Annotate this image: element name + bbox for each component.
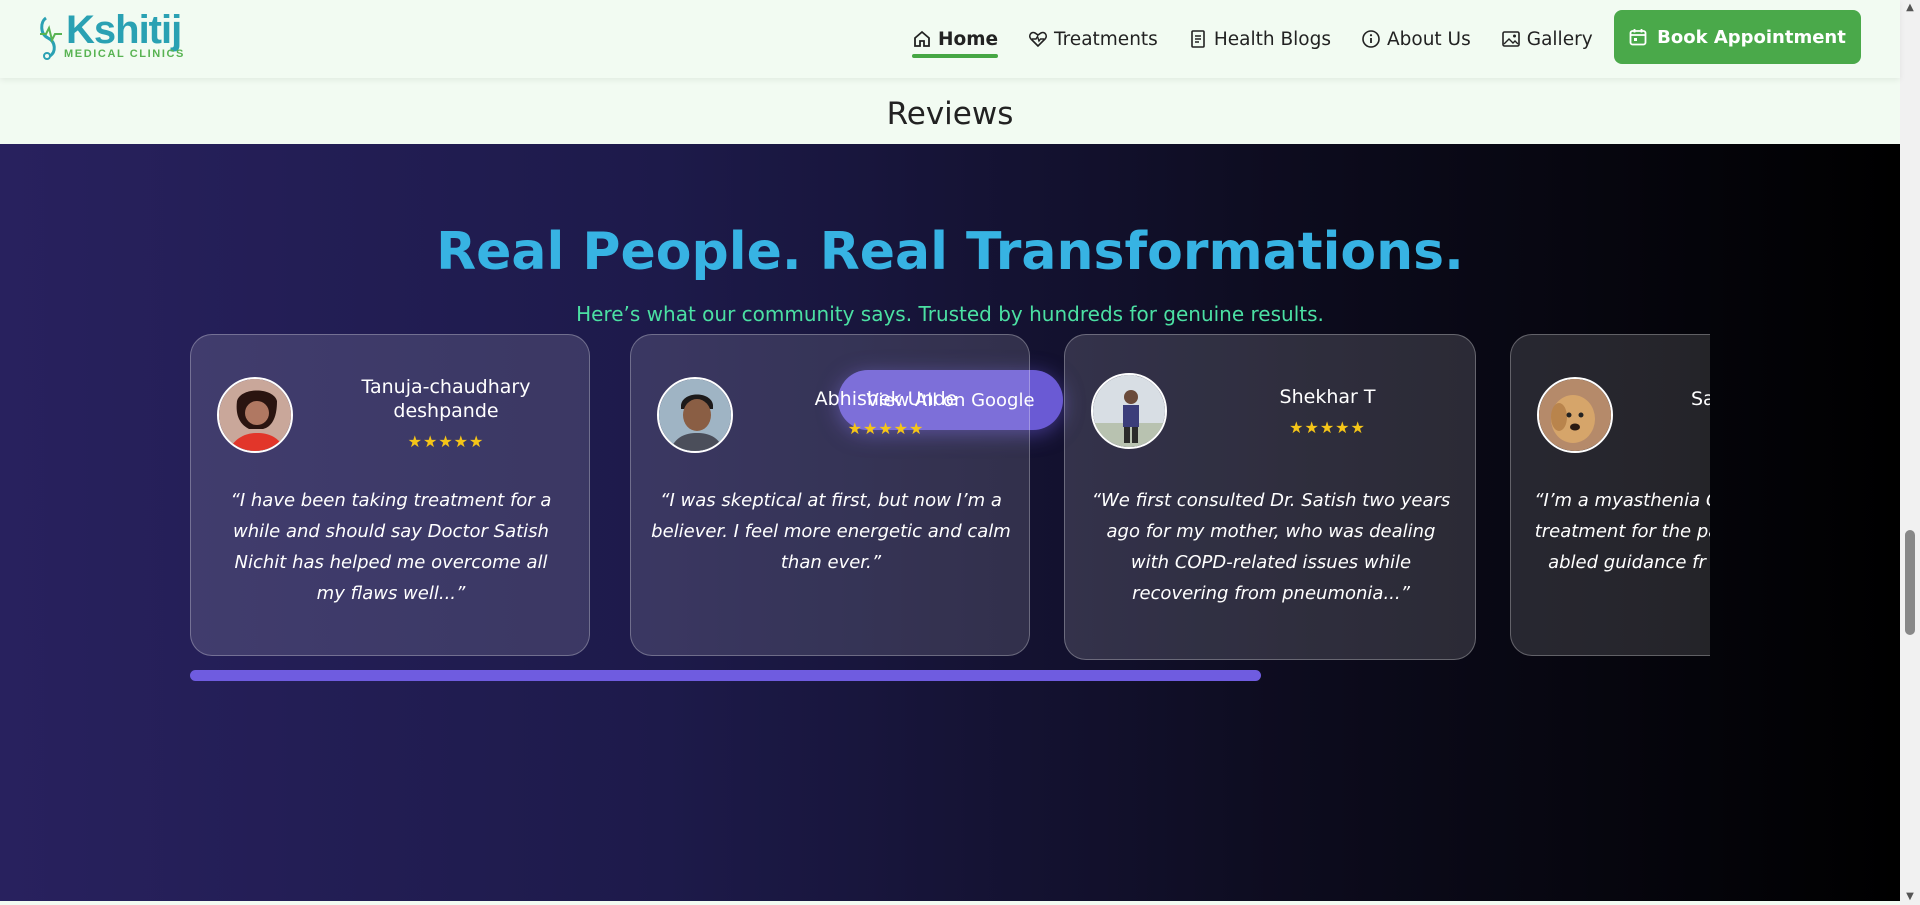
reviews-subtitle: Here’s what our community says. Trusted … [576,302,1324,326]
avatar [1537,377,1613,453]
scrollbar-thumb[interactable] [1905,530,1915,635]
info-icon [1362,30,1380,48]
review-text: “I was skeptical at first, but now I’m a… [651,490,1011,573]
calendar-icon [1629,29,1647,46]
scroll-down-arrow-icon[interactable]: ▼ [1900,889,1920,905]
book-appointment-label: Book Appointment [1657,26,1846,48]
review-card: Tanuja-chaudhary deshpande ★★★★★ “I have… [190,334,590,656]
nav-item-label: Treatments [1054,28,1158,50]
reviews-title: Real People. Real Transformations. [436,222,1464,282]
section-heading: Reviews [0,78,1900,144]
reviewer-name: Shekhar T [1279,386,1376,408]
review-text: “I have been taking treatment for a whil… [230,490,552,604]
document-icon [1191,30,1205,48]
scroll-up-arrow-icon[interactable]: ▲ [1900,0,1920,16]
review-card: Abhishek Unde ★★★★★ “I was skeptical at … [630,334,1030,656]
nav-item-gallery[interactable]: Gallery [1501,24,1593,54]
star-rating: ★★★★★ [1289,418,1366,437]
gallery-icon [1501,31,1520,47]
heart-pulse-icon [1029,31,1048,48]
reviewer-name: Tanuja-chaudhary deshpande [361,376,531,422]
star-rating: ★★★★★ [847,419,925,438]
nav-item-treatments[interactable]: Treatments [1028,24,1158,54]
site-header: Kshitij MEDICAL CLINICS Home Treatments … [0,0,1900,78]
nav-item-home[interactable]: Home [912,24,999,58]
site-logo[interactable]: Kshitij MEDICAL CLINICS [38,10,198,62]
nav-item-health-blogs[interactable]: Health Blogs [1188,24,1331,54]
reviews-carousel[interactable]: Tanuja-chaudhary deshpande ★★★★★ “I have… [190,334,1710,674]
carousel-progress-fill [190,670,1261,681]
avatar [217,377,293,453]
logo-text: Kshitij [66,8,182,52]
nav-item-label: Gallery [1526,28,1593,50]
nav-item-label: Home [938,28,999,50]
star-rating: ★★★★★ [407,432,485,451]
review-text: “We first consulted Dr. Satish two years… [1091,490,1451,604]
review-card: Shekhar T ★★★★★ “We first consulted Dr. … [1064,334,1476,660]
reviewer-name: Abhishek Unde [814,388,958,410]
book-appointment-button[interactable]: Book Appointment [1614,10,1861,64]
main-nav: Home Treatments Health Blogs About Us Ga… [912,24,1623,58]
home-icon [914,30,930,47]
nav-item-label: Health Blogs [1213,28,1331,50]
avatar [1091,373,1167,449]
page-scrollbar[interactable]: ▲ ▼ [1900,0,1920,905]
carousel-progress-bar[interactable] [190,670,1710,681]
avatar [657,377,733,453]
review-text: “I’m a myasthenia G treatment for the pa… [1534,490,1710,573]
reviewer-name: Sa [1691,388,1710,410]
nav-item-label: About Us [1386,28,1471,50]
logo-subtext: MEDICAL CLINICS [64,48,185,60]
nav-item-about-us[interactable]: About Us [1361,24,1471,54]
review-card: Sa “I’m a myasthenia G treatment for the… [1510,334,1710,656]
